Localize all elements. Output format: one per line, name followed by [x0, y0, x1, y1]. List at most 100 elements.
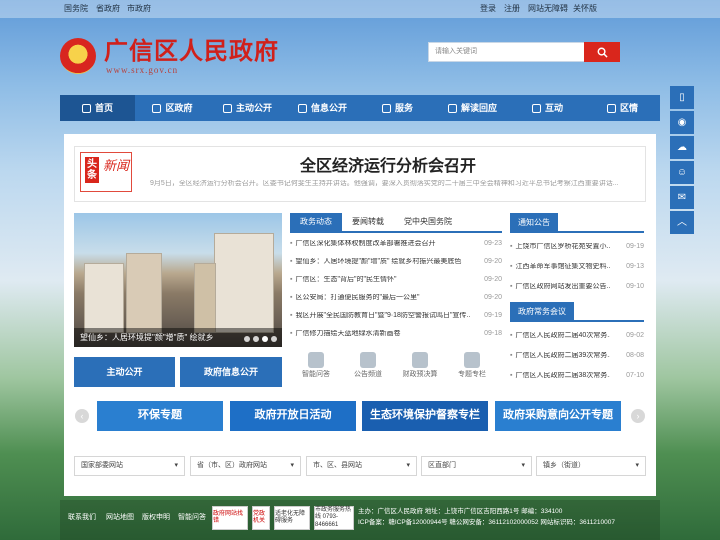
badge-text-b: 新闻	[103, 158, 130, 173]
headline-title[interactable]: 全区经济运行分析会召开	[140, 157, 636, 176]
badge-party-gov[interactable]: 党政机关	[252, 506, 270, 530]
headline-summary[interactable]: 9月5日，全区经济运行分析会召开。区委书记何斐生主持并讲话。他强调，要深入贯彻落…	[150, 180, 630, 188]
news-date: 09-23	[484, 240, 502, 247]
nav-info-disclosure[interactable]: 信息公开	[285, 95, 360, 121]
nav-label: 区政府	[165, 102, 193, 113]
national-emblem-icon	[60, 38, 96, 74]
meeting-date: 08-08	[626, 352, 644, 359]
nav-district-gov[interactable]: 区政府	[135, 95, 210, 121]
nav-label: 主动公开	[235, 102, 272, 113]
notice-date: 09-19	[626, 243, 644, 250]
building-icon	[152, 103, 162, 113]
chevron-down-icon: ▾	[290, 462, 294, 469]
list-item[interactable]: 广信区人民政府二届39次常务... 08-08	[510, 352, 644, 360]
notice-heading[interactable]: 通知公告	[510, 213, 558, 231]
care-mode-link[interactable]: 关怀版	[573, 4, 597, 14]
search-icon	[597, 47, 608, 58]
headline-badge: 头条 新闻	[80, 152, 132, 192]
list-item[interactable]: 我区开展"全民国防教育日"暨"9·18防空警报试鸣日"宣传... 09-19	[290, 312, 502, 320]
nav-service[interactable]: 服务	[360, 95, 435, 121]
list-item[interactable]: 江西革命军事馆征集文物史料... 09-13	[510, 263, 644, 271]
chat-icon	[531, 103, 541, 113]
badge-hotline[interactable]: 市政务服务热线 0793-8466661	[314, 506, 354, 530]
footer-link-sitemap[interactable]: 网站地图	[106, 514, 134, 522]
nav-label: 信息公开	[310, 102, 347, 113]
quick-link-notice[interactable]: 公告频道	[344, 352, 392, 379]
tab-reprinted-news[interactable]: 要闻转载	[342, 213, 394, 231]
banner-env-topic[interactable]: 环保专题	[97, 401, 223, 431]
building-shape	[126, 253, 162, 333]
chevron-down-icon: ▾	[635, 462, 639, 469]
slider-dot[interactable]	[271, 336, 277, 342]
select-provinces[interactable]: 省（市、区）政府网站 ▾	[190, 456, 301, 476]
meeting-heading[interactable]: 政府常务会议	[510, 302, 574, 320]
select-ministries[interactable]: 国家部委网站 ▾	[74, 456, 185, 476]
nav-interpretation[interactable]: 解读回应	[435, 95, 510, 121]
slider-dot[interactable]	[253, 336, 259, 342]
topbar-link-guowuyuan[interactable]: 国务院	[64, 4, 88, 14]
register-link[interactable]: 注册	[504, 4, 520, 14]
quick-link-topics[interactable]: 专题专栏	[448, 352, 496, 379]
select-label: 镇乡（街道）	[543, 462, 585, 469]
slider-dot[interactable]	[262, 336, 268, 342]
list-item[interactable]: 广信修力描绘天蓝地绿水清新画卷 09-18	[290, 330, 502, 338]
accessibility-link[interactable]: 网站无障碍	[528, 4, 568, 14]
nav-label: 服务	[394, 102, 413, 113]
mail-icon[interactable]: ✉	[670, 186, 694, 209]
list-item[interactable]: 望仙乡：人居环境提"颜"增"质" 绘就乡村振兴最美底色 09-20	[290, 258, 502, 266]
nav-home[interactable]: 首页	[60, 95, 135, 121]
list-item[interactable]: 广信区政府网站发出重要公告... 09-10	[510, 283, 644, 291]
list-item[interactable]: 上饶市广信区罗桥花苑安置小... 09-19	[510, 243, 644, 251]
select-departments[interactable]: 区直部门 ▾	[421, 456, 532, 476]
badge-gov-error[interactable]: 政府网站找错	[212, 506, 248, 530]
tab-central-gov[interactable]: 党中央国务院	[394, 213, 462, 231]
gov-info-disclosure-button[interactable]: 政府信息公开	[180, 357, 282, 387]
nav-label: 区情	[619, 102, 638, 113]
select-towns[interactable]: 镇乡（街道） ▾	[536, 456, 646, 476]
building-shape	[214, 233, 274, 333]
quick-link-label: 财政预决算	[402, 371, 438, 378]
banner-open-day[interactable]: 政府开放日活动	[230, 401, 356, 431]
news-slider-image[interactable]	[74, 213, 282, 347]
search-input[interactable]: 请输入关键词	[428, 42, 586, 62]
search-button[interactable]	[584, 42, 620, 62]
active-disclosure-button[interactable]: 主动公开	[74, 357, 175, 387]
list-item[interactable]: 广信区人民政府二届38次常务... 07-10	[510, 372, 644, 380]
finance-icon	[412, 352, 428, 368]
list-item[interactable]: 广信区：生态"背后"的"民生情怀" 09-20	[290, 276, 502, 284]
robot-icon[interactable]: ☺	[670, 161, 694, 184]
mobile-icon[interactable]: ▯	[670, 86, 694, 109]
quick-link-budget[interactable]: 财政预决算	[396, 352, 444, 379]
slider-caption[interactable]: 望仙乡：人居环境提"颜"增"质" 绘就乡	[74, 328, 282, 347]
notice-date: 09-13	[626, 263, 644, 270]
banner-procurement[interactable]: 政府采购意向公开专题	[495, 401, 621, 431]
wechat-icon[interactable]: ☁	[670, 136, 694, 159]
notice-header: 通知公告	[510, 213, 644, 233]
person-icon	[308, 352, 324, 368]
building-shape	[84, 263, 124, 333]
list-item[interactable]: 广信区深化集体林权制度改革部署推进会召开 09-23	[290, 240, 502, 248]
banner-prev-button[interactable]: ‹	[75, 409, 89, 423]
topbar-link-province[interactable]: 省政府	[96, 4, 120, 14]
up-arrow-icon[interactable]: ︿	[670, 211, 694, 234]
banner-next-button[interactable]: ›	[631, 409, 645, 423]
tab-gov-affairs[interactable]: 政务动态	[290, 213, 342, 231]
footer-link-copyright[interactable]: 版权申明	[142, 514, 170, 522]
site-title[interactable]: 广信区人民政府	[104, 38, 279, 67]
weibo-icon[interactable]: ◉	[670, 111, 694, 134]
slider-dot[interactable]	[244, 336, 250, 342]
announcement-icon	[360, 352, 376, 368]
footer-link-qa[interactable]: 智能问答	[178, 514, 206, 522]
nav-active-disclosure[interactable]: 主动公开	[210, 95, 285, 121]
nav-district-info[interactable]: 区情	[585, 95, 660, 121]
list-item[interactable]: 广信区人民政府二届40次常务... 09-02	[510, 332, 644, 340]
nav-interaction[interactable]: 互动	[510, 95, 585, 121]
footer-link-contact[interactable]: 联系我们	[68, 514, 96, 522]
badge-elderly-friendly[interactable]: 适老化无障碍服务	[274, 506, 310, 530]
login-link[interactable]: 登录	[480, 4, 496, 14]
quick-link-qa[interactable]: 智能问答	[292, 352, 340, 379]
select-cities[interactable]: 市、区、县网站 ▾	[306, 456, 417, 476]
list-item[interactable]: 区公安局：打通便民服务的"最后一公里" 09-20	[290, 294, 502, 302]
topbar-link-city[interactable]: 市政府	[127, 4, 151, 14]
banner-eco-inspection[interactable]: 生态环境保护督察专栏	[362, 401, 488, 431]
